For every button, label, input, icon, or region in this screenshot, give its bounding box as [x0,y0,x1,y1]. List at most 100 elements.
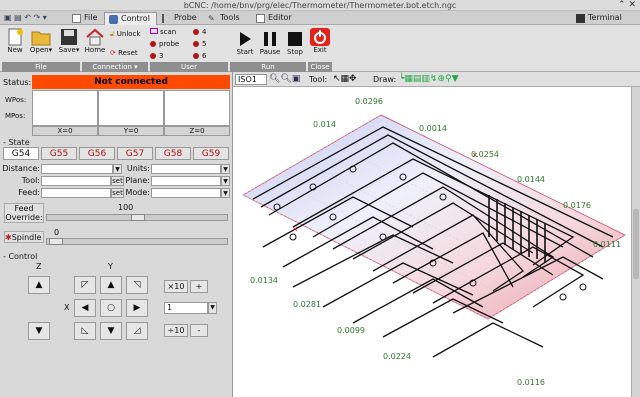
g57-button[interactable]: G57 [117,147,153,160]
g58-button[interactable]: G58 [155,147,191,160]
g54-button[interactable]: G54 [3,147,39,160]
tab-terminal[interactable]: Terminal [572,12,628,25]
scan-button[interactable]: scan [150,28,176,37]
jog-up-left-button[interactable]: ◸ [74,276,96,294]
spindle-slider[interactable] [46,238,228,245]
quick-access-icons[interactable]: ▣ ▤ ↶ ↷ ▾ [4,13,47,22]
reset-button[interactable]: ⟳ Reset [110,49,138,58]
z-position-display [164,90,230,126]
jog-z-down-button[interactable]: ▼ [28,322,50,340]
stop-button[interactable]: Stop [284,30,306,56]
feed-override-slider[interactable] [46,214,228,221]
home-button[interactable]: Home [84,28,106,54]
feed-set-button[interactable]: set [111,188,124,198]
reset-icon: ⟳ [110,49,116,57]
step-size-input[interactable]: 1 [164,302,208,314]
new-file-icon [8,28,23,46]
height-label: 0.014 [313,120,336,129]
pause-icon [264,32,276,46]
control-header[interactable]: - Control [3,252,37,261]
tab-tools[interactable]: ✎ Tools [204,12,246,25]
jog-down-left-button[interactable]: ◺ [74,322,96,340]
zero-y-button[interactable]: Y=0 [98,126,164,136]
tab-editor[interactable]: Editor [252,12,298,25]
user-button-4[interactable]: 4 [193,28,206,37]
editor-icon [256,14,265,23]
user-button-6[interactable]: 6 [193,52,206,61]
section-connection[interactable]: Connection ▾ [82,62,148,72]
jog-x-right-button[interactable]: ▶ [126,299,148,317]
plane-dropdown-icon[interactable]: ▼ [221,176,230,186]
tools-icon: ✎ [208,14,215,23]
jog-y-down-button[interactable]: ▼ [100,322,122,340]
step-plus-button[interactable]: + [190,280,208,293]
mpos-label: MPos: [5,112,26,120]
control-icon [109,15,118,24]
feed-input[interactable] [41,188,111,198]
y-position-display [98,90,164,126]
canvas-vertical-scrollbar[interactable] [631,87,640,397]
pause-button[interactable]: Pause [258,30,282,56]
window-title: bCNC: /home/bnv/prg/elec/Thermometer/The… [183,1,457,10]
draw-toggle-icons[interactable]: ┕▦▤▥↯⊕⚲▼ [399,74,459,84]
home-icon [86,28,104,46]
view-select[interactable]: ISO1 ▭ [235,74,267,94]
units-dropdown-icon[interactable]: ▼ [221,164,230,174]
step-divide-button[interactable]: ÷10 [164,324,188,337]
section-file: File [2,62,80,72]
user-dot-icon [193,53,199,59]
step-multiply-button[interactable]: ×10 [164,280,188,293]
zero-z-button[interactable]: Z=0 [164,126,230,136]
exit-button[interactable]: Exit [309,28,331,54]
zoom-icons[interactable]: 🔍︎🔍︎▣ [269,74,300,84]
g59-button[interactable]: G59 [193,147,229,160]
section-close: Close [308,62,332,72]
step-minus-button[interactable]: - [190,324,208,337]
units-select[interactable] [151,164,221,174]
pcb-toolpath-view: 0.0296 0.0014 0.0254 0.0144 0.0176 0.013… [242,97,626,387]
jog-y-up-button[interactable]: ▲ [100,276,122,294]
jog-x-left-button[interactable]: ◀ [74,299,96,317]
probe-icon [162,14,165,23]
plane-select[interactable] [151,176,221,186]
window-controls[interactable]: ⌃ ✕ [618,0,636,10]
new-button[interactable]: New [4,28,26,54]
user-button-5[interactable]: 5 [193,40,206,49]
scrollbar-thumb[interactable] [633,209,639,279]
ribbon-toolbar: New Open▾ Save▾ Home 🔓︎ Unlock ⟳ Reset s… [0,25,640,72]
zero-x-button[interactable]: X=0 [32,126,98,136]
toolpath-canvas[interactable]: 0.0296 0.0014 0.0254 0.0144 0.0176 0.013… [233,87,631,397]
tool-input[interactable] [41,176,111,186]
feed-override-button[interactable]: Feed Override: [4,203,44,223]
spindle-value: 0 [54,228,60,237]
probe-button[interactable]: probe [150,40,179,49]
tab-control[interactable]: Control [104,12,157,25]
connection-status: Not connected [32,75,230,89]
mode-select[interactable] [151,188,221,198]
feed-override-handle[interactable] [131,214,145,221]
start-button[interactable]: Start [234,30,256,56]
jog-down-right-button[interactable]: ◿ [126,322,148,340]
distance-dropdown-icon[interactable]: ▼ [113,164,122,174]
save-button[interactable]: Save▾ [56,28,82,54]
state-header[interactable]: - State [3,138,30,147]
plane-label: Plane: [125,176,150,185]
tab-file[interactable]: File [68,12,103,25]
tab-probe[interactable]: Probe [158,12,203,25]
step-size-dropdown-icon[interactable]: ▼ [208,302,217,314]
g55-button[interactable]: G55 [41,147,77,160]
jog-origin-button[interactable]: ○ [100,299,122,317]
unlock-button[interactable]: 🔓︎ Unlock [110,30,140,39]
spindle-button[interactable]: ✱Spindle [4,231,44,243]
jog-up-right-button[interactable]: ◹ [126,276,148,294]
user-button-3[interactable]: 3 [150,52,163,61]
spindle-handle[interactable] [49,238,63,245]
g56-button[interactable]: G56 [79,147,115,160]
tool-icons[interactable]: ↖▦✥ [333,74,357,84]
mode-dropdown-icon[interactable]: ▼ [221,188,230,198]
tool-set-button[interactable]: set [111,176,124,186]
open-button[interactable]: Open▾ [28,28,54,54]
height-label: 0.0176 [563,201,591,210]
distance-select[interactable] [41,164,113,174]
jog-z-up-button[interactable]: ▲ [28,276,50,294]
